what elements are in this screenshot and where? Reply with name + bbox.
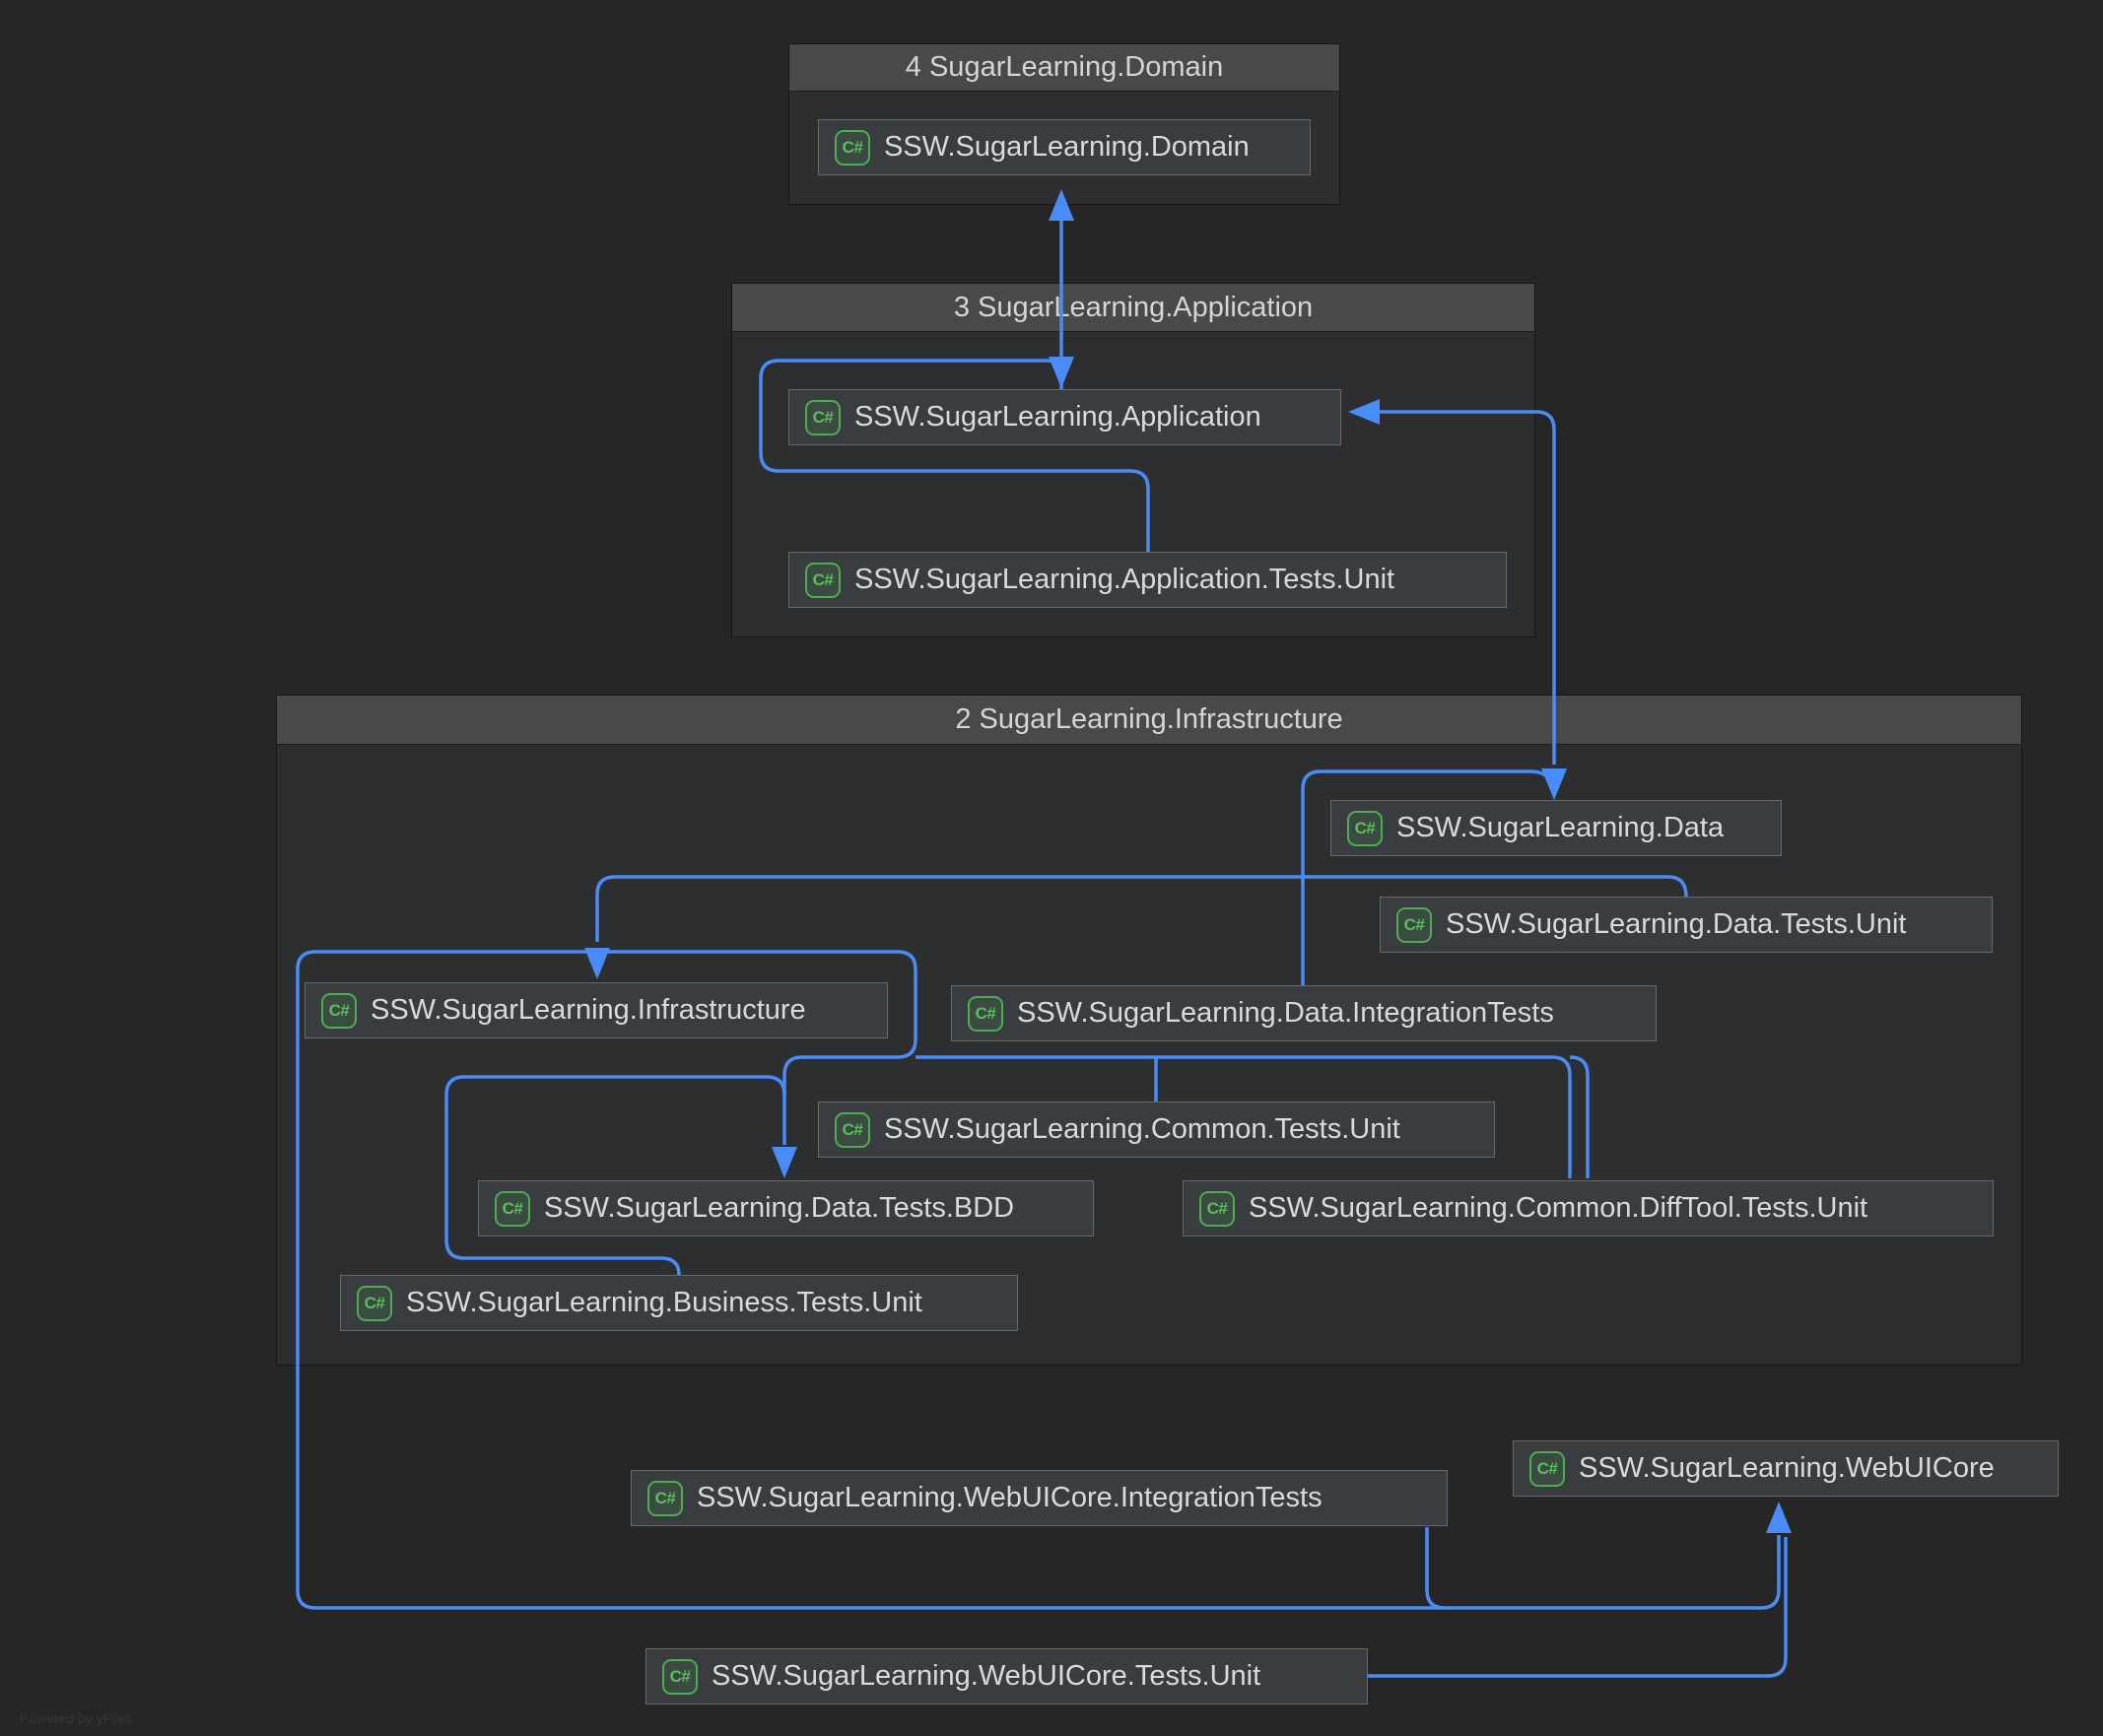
csharp-project-icon: C#: [321, 993, 357, 1029]
node-data-label: SSW.SugarLearning.Data: [1396, 812, 1724, 844]
node-webuicore-integration-tests-label: SSW.SugarLearning.WebUICore.IntegrationT…: [697, 1482, 1323, 1514]
csharp-project-icon: C#: [805, 563, 841, 598]
node-data-tests-bdd[interactable]: C# SSW.SugarLearning.Data.Tests.BDD: [478, 1180, 1094, 1236]
node-infrastructure-label: SSW.SugarLearning.Infrastructure: [371, 994, 806, 1027]
node-application-label: SSW.SugarLearning.Application: [854, 401, 1261, 434]
csharp-project-icon: C#: [835, 130, 870, 166]
node-application-tests-unit-label: SSW.SugarLearning.Application.Tests.Unit: [854, 564, 1394, 596]
csharp-project-icon: C#: [495, 1191, 530, 1227]
node-webuicore-tests-unit-label: SSW.SugarLearning.WebUICore.Tests.Unit: [712, 1660, 1260, 1693]
node-application[interactable]: C# SSW.SugarLearning.Application: [788, 389, 1341, 445]
csharp-project-icon: C#: [1529, 1451, 1565, 1487]
csharp-project-icon: C#: [647, 1481, 683, 1516]
node-webuicore-label: SSW.SugarLearning.WebUICore: [1579, 1452, 1995, 1485]
yfiles-watermark: Powered by yFiles: [20, 1710, 132, 1726]
node-webuicore-integration-tests[interactable]: C# SSW.SugarLearning.WebUICore.Integrati…: [631, 1470, 1448, 1526]
csharp-project-icon: C#: [968, 996, 1003, 1032]
csharp-project-icon: C#: [805, 400, 841, 435]
node-application-tests-unit[interactable]: C# SSW.SugarLearning.Application.Tests.U…: [788, 552, 1507, 608]
node-business-tests-unit-label: SSW.SugarLearning.Business.Tests.Unit: [406, 1287, 922, 1319]
node-webuicore[interactable]: C# SSW.SugarLearning.WebUICore: [1513, 1440, 2059, 1497]
csharp-project-icon: C#: [662, 1659, 698, 1695]
csharp-project-icon: C#: [835, 1112, 870, 1148]
csharp-project-icon: C#: [357, 1286, 392, 1321]
node-common-tests-unit-label: SSW.SugarLearning.Common.Tests.Unit: [884, 1113, 1400, 1146]
node-data-tests-bdd-label: SSW.SugarLearning.Data.Tests.BDD: [544, 1192, 1014, 1225]
node-infrastructure[interactable]: C# SSW.SugarLearning.Infrastructure: [305, 982, 888, 1038]
node-common-difftool-tests-unit-label: SSW.SugarLearning.Common.DiffTool.Tests.…: [1249, 1192, 1867, 1225]
csharp-project-icon: C#: [1347, 811, 1383, 846]
node-common-difftool-tests-unit[interactable]: C# SSW.SugarLearning.Common.DiffTool.Tes…: [1183, 1180, 1994, 1236]
node-data-integration-tests-label: SSW.SugarLearning.Data.IntegrationTests: [1017, 997, 1554, 1030]
node-domain-label: SSW.SugarLearning.Domain: [884, 131, 1250, 164]
csharp-project-icon: C#: [1199, 1191, 1235, 1227]
node-business-tests-unit[interactable]: C# SSW.SugarLearning.Business.Tests.Unit: [340, 1275, 1018, 1331]
node-data-tests-unit[interactable]: C# SSW.SugarLearning.Data.Tests.Unit: [1380, 897, 1993, 953]
node-domain[interactable]: C# SSW.SugarLearning.Domain: [818, 119, 1311, 175]
dependency-diagram-canvas: 4 SugarLearning.Domain 3 SugarLearning.A…: [0, 0, 2103, 1736]
csharp-project-icon: C#: [1396, 907, 1432, 943]
node-webuicore-tests-unit[interactable]: C# SSW.SugarLearning.WebUICore.Tests.Uni…: [645, 1648, 1368, 1704]
node-data-integration-tests[interactable]: C# SSW.SugarLearning.Data.IntegrationTes…: [951, 985, 1657, 1041]
node-common-tests-unit[interactable]: C# SSW.SugarLearning.Common.Tests.Unit: [818, 1102, 1495, 1158]
node-data[interactable]: C# SSW.SugarLearning.Data: [1330, 800, 1782, 856]
node-data-tests-unit-label: SSW.SugarLearning.Data.Tests.Unit: [1446, 908, 1906, 941]
